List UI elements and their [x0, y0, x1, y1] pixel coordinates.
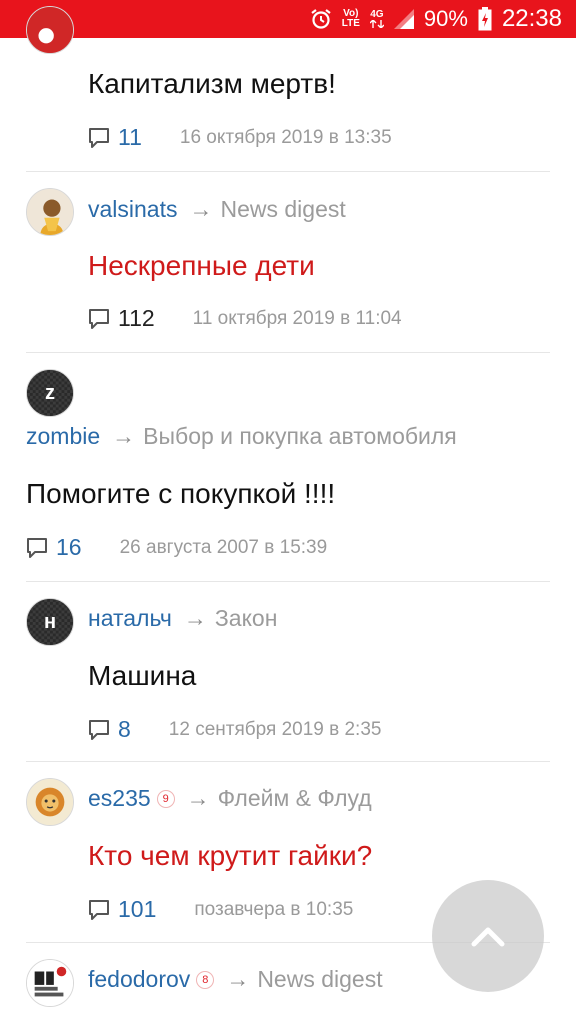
status-bar: Vo) LTE 4G 90% 22:38 [0, 0, 576, 38]
hub-link[interactable]: Флейм & Флуд [218, 785, 372, 812]
post-title[interactable]: Машина [88, 660, 196, 692]
post-date: 11 октября 2019 в 11:04 [192, 307, 402, 329]
network-type-label: 4G [370, 9, 384, 20]
comment-icon [88, 719, 110, 741]
alarm-icon [310, 8, 332, 30]
author-link[interactable]: es235 [88, 785, 151, 812]
post-meta: zombie → Выбор и покупка автомобиля [26, 423, 457, 450]
author-link[interactable]: zombie [26, 423, 100, 450]
comment-icon [88, 127, 110, 149]
chevron-up-icon [470, 924, 506, 948]
post-title[interactable]: Помогите с покупкой !!!! [26, 478, 335, 510]
post-stats: 16 26 августа 2007 в 15:39 [26, 534, 327, 561]
signal-icon [393, 9, 414, 29]
post-date: 16 октября 2019 в 13:35 [179, 126, 392, 148]
post-stats: 8 12 сентября 2019 в 2:35 [88, 716, 381, 743]
hub-link[interactable]: News digest [257, 966, 382, 993]
battery-charging-icon [478, 7, 492, 31]
post-meta: натальч → Закон [88, 605, 277, 632]
arrow-icon: → [112, 423, 136, 449]
post-title[interactable]: Кто чем крутит гайки? [88, 840, 372, 872]
avatar[interactable] [26, 6, 74, 54]
avatar[interactable]: z [26, 369, 74, 417]
volte-indicator: Vo) LTE [342, 9, 360, 29]
hub-link[interactable]: Закон [215, 605, 278, 632]
divider [26, 761, 550, 762]
divider [26, 171, 550, 172]
post-stats: 112 11 октября 2019 в 11:04 [88, 305, 402, 332]
comments-count[interactable]: 8 [118, 716, 131, 743]
avatar-letter: н [43, 610, 57, 633]
post-title[interactable]: Капитализм мертв! [88, 68, 336, 100]
clock: 22:38 [501, 5, 562, 32]
post-title[interactable]: Нескрепные дети [88, 250, 315, 282]
network-indicator: 4G [369, 9, 384, 28]
post-meta: fedodorov 8 → News digest [88, 966, 383, 993]
battery-percent: 90% [423, 6, 468, 31]
comments-count[interactable]: 101 [118, 896, 156, 923]
karma-badge: 9 [156, 789, 175, 808]
post-stats: 11 16 октября 2019 в 13:35 [88, 124, 392, 151]
author-link[interactable]: valsinats [88, 196, 177, 223]
post-date: позавчера в 10:35 [194, 898, 354, 920]
post-date: 12 сентября 2019 в 2:35 [168, 718, 382, 740]
arrow-icon: → [183, 605, 207, 631]
hub-link[interactable]: News digest [220, 196, 345, 223]
arrow-icon: → [226, 966, 250, 992]
avatar-letter: z [45, 381, 55, 404]
comment-icon [88, 899, 110, 921]
post-meta: valsinats → News digest [88, 196, 346, 223]
author-link[interactable]: натальч [88, 605, 172, 632]
comments-count[interactable]: 112 [118, 305, 155, 332]
avatar[interactable] [26, 778, 74, 826]
comments-count[interactable]: 11 [118, 124, 142, 151]
arrow-icon: → [189, 196, 213, 222]
avatar[interactable]: н [26, 598, 74, 646]
arrow-icon: → [186, 785, 210, 811]
karma-badge: 8 [196, 970, 215, 989]
divider [26, 581, 550, 582]
post-meta: es235 9 → Флейм & Флуд [88, 785, 372, 812]
post-stats: 101 позавчера в 10:35 [88, 896, 353, 923]
divider [26, 352, 550, 353]
comment-icon [26, 537, 48, 559]
avatar[interactable] [26, 959, 74, 1007]
volte-bottom-label: LTE [341, 18, 360, 29]
data-arrows-icon [369, 20, 384, 28]
author-link[interactable]: fedodorov [88, 966, 190, 993]
post-date: 26 августа 2007 в 15:39 [119, 536, 328, 558]
comments-count[interactable]: 16 [56, 534, 82, 561]
hub-link[interactable]: Выбор и покупка автомобиля [143, 423, 457, 450]
scroll-to-top-button[interactable] [432, 880, 544, 992]
comment-icon [88, 308, 110, 330]
avatar[interactable] [26, 188, 74, 236]
